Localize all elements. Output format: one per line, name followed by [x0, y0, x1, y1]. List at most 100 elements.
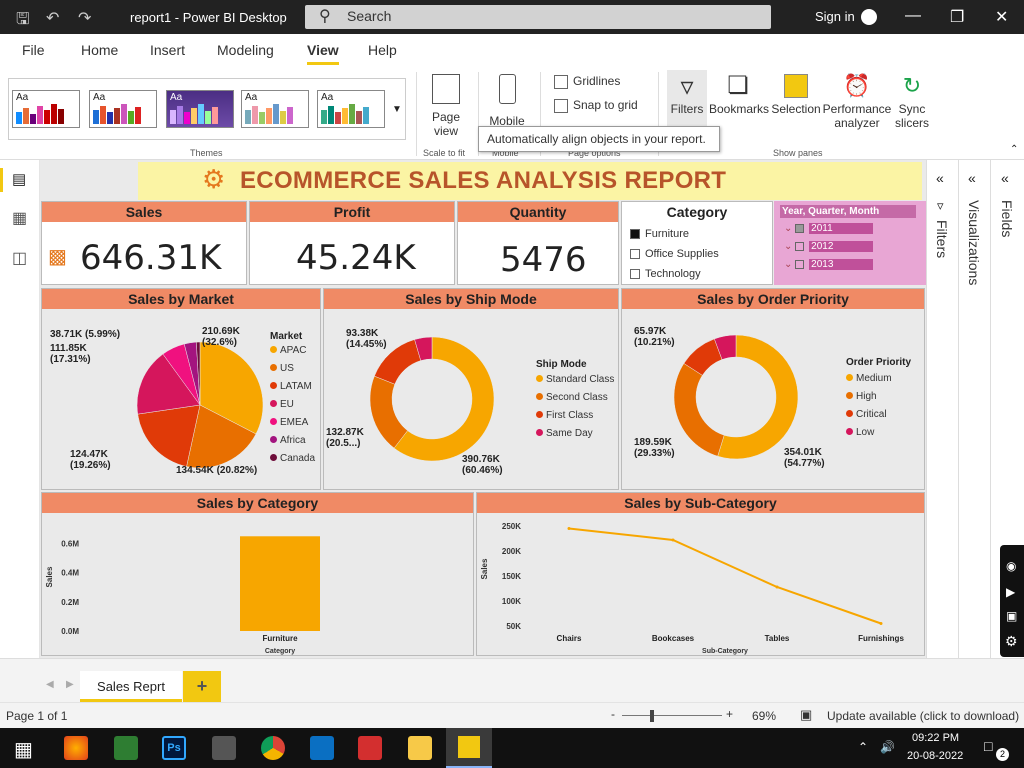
report-view-icon[interactable]: ▤	[12, 170, 26, 188]
expand-filters-icon[interactable]: «	[936, 170, 944, 186]
sales-by-market-chart[interactable]: Sales by Market 210.69K (32.6%) 38.71K (…	[41, 288, 321, 490]
filters-pane-button[interactable]: ▿ Filters	[667, 70, 707, 126]
legend-item-high[interactable]: High	[846, 391, 892, 402]
legend-item-standard-class[interactable]: Standard Class	[536, 374, 614, 385]
page-view-button[interactable]: Page view	[424, 74, 468, 138]
slicer-item-office-supplies[interactable]: Office Supplies	[630, 248, 719, 260]
legend-item-africa[interactable]: Africa	[270, 435, 315, 446]
bookmarks-pane-button[interactable]: ❏ Bookmarks	[709, 70, 769, 116]
search-box[interactable]: ⚲ Search	[305, 5, 771, 29]
notifications-icon[interactable]: □	[984, 738, 992, 754]
theme-swatch-1[interactable]: Aa	[12, 90, 80, 128]
legend-item-same-day[interactable]: Same Day	[536, 428, 614, 439]
sales-by-order-priority-chart[interactable]: Sales by Order Priority 65.97K (10.21%) …	[621, 288, 925, 490]
add-page-button[interactable]: +	[183, 671, 221, 702]
sign-in-link[interactable]: Sign in	[815, 9, 855, 24]
line-point-chairs[interactable]	[567, 527, 571, 530]
save-icon[interactable]: 🖫	[16, 8, 30, 35]
legend-item-canada[interactable]: Canada	[270, 453, 315, 464]
slicer-item-technology[interactable]: Technology	[630, 268, 701, 280]
menu-home[interactable]: Home	[81, 42, 118, 58]
sales-by-ship-mode-chart[interactable]: Sales by Ship Mode 93.38K (14.45%) 132.8…	[323, 288, 619, 490]
volume-icon[interactable]: 🔊	[880, 740, 895, 754]
zoom-slider[interactable]	[622, 715, 722, 716]
powerbi-taskbar-button[interactable]	[446, 728, 492, 768]
mobile-button[interactable]: Mobile	[486, 74, 528, 128]
legend-item-apac[interactable]: APAC	[270, 345, 315, 356]
prev-page-icon[interactable]: ◀	[46, 679, 54, 690]
legend-item-critical[interactable]: Critical	[846, 409, 892, 420]
year-item-2013[interactable]: ⌄ 2013	[784, 259, 918, 270]
kpi-card-profit[interactable]: Profit 45.24K	[249, 201, 455, 285]
themes-more-icon[interactable]: ▼	[392, 104, 402, 115]
start-icon[interactable]: ▦	[14, 737, 33, 762]
checkbox[interactable]	[630, 249, 640, 260]
minimize-icon[interactable]: —	[905, 7, 921, 25]
sales-by-category-chart[interactable]: Sales by Category 0.0M 0.2M 0.4M 0.6M Furnit…	[41, 492, 474, 656]
bar-furniture[interactable]	[240, 536, 320, 631]
year-item-2011[interactable]: ⌄ 2011	[784, 223, 918, 234]
system-tray-chevron-icon[interactable]: ⌃	[858, 740, 868, 754]
expand-visualizations-icon[interactable]: «	[968, 170, 976, 186]
avatar[interactable]	[861, 9, 877, 25]
line-point-bookcases[interactable]	[671, 538, 675, 542]
collapse-ribbon-icon[interactable]: ⌃	[1010, 144, 1018, 155]
clock-date[interactable]: 20-08-2022	[907, 750, 963, 762]
slice-second-class[interactable]	[369, 375, 408, 449]
year-item-2012[interactable]: ⌄ 2012	[784, 241, 918, 252]
menu-view[interactable]: View	[307, 42, 339, 65]
vscode-icon[interactable]	[310, 736, 334, 760]
legend-item-eu[interactable]: EU	[270, 399, 315, 410]
gridlines-checkbox[interactable]: Gridlines	[554, 74, 620, 89]
close-icon[interactable]: ✕	[995, 7, 1008, 27]
wps-icon[interactable]	[358, 736, 382, 760]
legend-item-medium[interactable]: Medium	[846, 373, 892, 384]
calculator-icon[interactable]	[212, 736, 236, 760]
photoshop-icon[interactable]: Ps	[162, 736, 186, 760]
menu-modeling[interactable]: Modeling	[217, 42, 274, 58]
legend-item-low[interactable]: Low	[846, 427, 892, 438]
menu-insert[interactable]: Insert	[150, 42, 185, 58]
slicer-item-furniture[interactable]: Furniture	[630, 228, 689, 240]
line-point-tables[interactable]	[775, 585, 779, 589]
file-explorer-icon[interactable]	[408, 736, 432, 760]
menu-file[interactable]: File	[22, 42, 45, 58]
data-view-icon[interactable]: ▦	[12, 208, 27, 228]
snap-check[interactable]	[554, 98, 568, 113]
legend-item-us[interactable]: US	[270, 363, 315, 374]
selection-pane-button[interactable]: Selection	[770, 70, 822, 116]
clock-time[interactable]: 09:22 PM	[912, 732, 959, 744]
kpi-card-sales[interactable]: Sales ▩ 646.31K	[41, 201, 247, 285]
legend-item-emea[interactable]: EMEA	[270, 417, 315, 428]
undo-icon[interactable]: ↶	[46, 8, 59, 28]
page-tab-sales-reprt[interactable]: Sales Reprt	[80, 671, 182, 702]
next-page-icon[interactable]: ▶	[66, 679, 74, 690]
fit-to-page-icon[interactable]: ▣	[800, 707, 812, 723]
update-available-link[interactable]: Update available (click to download)	[827, 709, 1019, 723]
visualizations-pane[interactable]: « Visualizations	[958, 160, 990, 658]
sales-by-subcategory-chart[interactable]: Sales by Sub-Category 50K 100K 150K 200K 250…	[476, 492, 925, 656]
kpi-card-quantity[interactable]: Quantity 5476	[457, 201, 619, 285]
legend-item-latam[interactable]: LATAM	[270, 381, 315, 392]
snap-to-grid-checkbox[interactable]: Snap to grid	[554, 98, 638, 113]
legend-item-first-class[interactable]: First Class	[536, 410, 614, 421]
theme-swatch-5[interactable]: Aa	[317, 90, 385, 128]
checkbox-checked[interactable]	[630, 229, 640, 240]
video-icon[interactable]: ▶	[1006, 585, 1015, 599]
model-view-icon[interactable]: ◫	[12, 248, 27, 268]
sales-line[interactable]	[568, 527, 882, 625]
snipping-icon[interactable]	[114, 736, 138, 760]
zoom-in-icon[interactable]: +	[726, 707, 733, 721]
theme-swatch-3[interactable]: Aa	[166, 90, 234, 128]
zoom-slider-thumb[interactable]	[650, 710, 654, 722]
legend-item-second-class[interactable]: Second Class	[536, 392, 614, 403]
settings-icon[interactable]: ⚙	[1005, 633, 1018, 650]
expand-fields-icon[interactable]: «	[1001, 170, 1009, 186]
chrome-icon[interactable]	[261, 736, 285, 760]
year-slicer[interactable]: Year, Quarter, Month ⌄ 2011 ⌄ 2012 ⌄ 201…	[774, 201, 926, 285]
firefox-icon[interactable]	[64, 736, 88, 760]
line-point-furnishings[interactable]	[879, 622, 883, 625]
performance-analyzer-button[interactable]: ⏰ Performance analyzer	[822, 70, 892, 130]
menu-help[interactable]: Help	[368, 42, 397, 58]
slice-high[interactable]	[673, 363, 725, 457]
